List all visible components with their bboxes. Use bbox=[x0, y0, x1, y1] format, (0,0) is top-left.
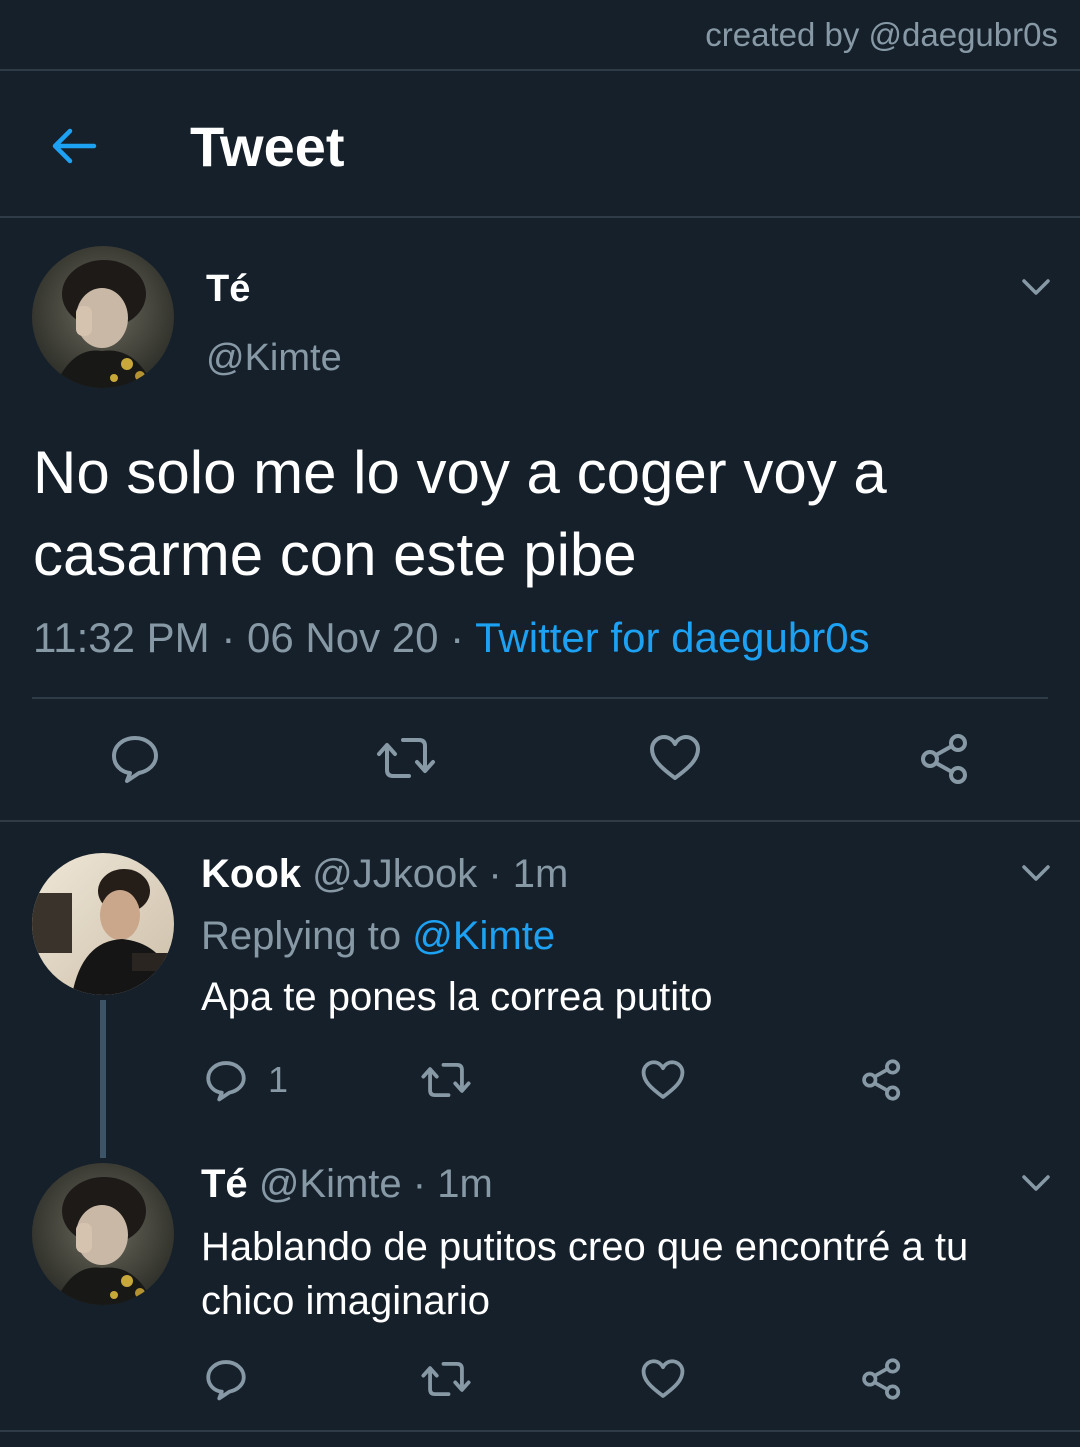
reply-icon bbox=[206, 1360, 246, 1401]
handle[interactable]: @Kimte bbox=[206, 337, 342, 380]
share-button[interactable] bbox=[860, 1058, 904, 1102]
tweet-menu-button[interactable] bbox=[1016, 270, 1056, 304]
reply-text: Apa te pones la correa putito bbox=[201, 975, 713, 1019]
like-button[interactable] bbox=[640, 1058, 686, 1102]
retweet-button[interactable] bbox=[420, 1357, 472, 1401]
tweet-meta: 11:32 PM · 06 Nov 20 · Twitter for daegu… bbox=[33, 614, 870, 662]
reply-text-line: chico imaginario bbox=[201, 1279, 491, 1323]
reply-icon bbox=[206, 1061, 246, 1102]
reply-time: · 1m bbox=[412, 1162, 493, 1206]
separator: · bbox=[221, 614, 236, 661]
chevron-down-icon bbox=[1022, 865, 1050, 881]
retweet-button[interactable] bbox=[375, 732, 437, 784]
tweet-time: 11:32 PM bbox=[33, 614, 210, 661]
reply-header: Té @Kimte · 1m bbox=[201, 1162, 493, 1207]
avatar[interactable] bbox=[32, 853, 174, 995]
display-name[interactable]: Té bbox=[206, 268, 250, 311]
avatar[interactable] bbox=[32, 1163, 174, 1305]
share-icon bbox=[862, 1059, 901, 1101]
retweet-icon bbox=[421, 1063, 471, 1097]
tweet-divider bbox=[32, 697, 1048, 699]
reply-text: Hablando de putitos creo que encontré a … bbox=[201, 1220, 968, 1328]
header-divider bbox=[0, 216, 1080, 218]
replying-to: Replying to @Kimte bbox=[201, 914, 555, 959]
chevron-down-icon bbox=[1022, 1175, 1050, 1191]
share-button[interactable] bbox=[918, 732, 972, 786]
avatar[interactable] bbox=[32, 246, 174, 388]
reply-button[interactable]: 1 bbox=[204, 1058, 294, 1102]
retweet-icon bbox=[377, 738, 435, 778]
like-icon bbox=[641, 1060, 685, 1099]
tweet-source-link[interactable]: Twitter for daegubr0s bbox=[475, 614, 870, 661]
chevron-down-icon bbox=[1022, 279, 1050, 295]
share-button[interactable] bbox=[860, 1357, 904, 1401]
reply-icon bbox=[112, 736, 158, 783]
tweet-text-line: casarme con este pibe bbox=[33, 521, 637, 588]
replying-to-label: Replying to bbox=[201, 914, 402, 958]
reply-text-line: Hablando de putitos creo que encontré a … bbox=[201, 1225, 969, 1269]
top-divider bbox=[0, 69, 1080, 71]
bottom-divider bbox=[0, 1430, 1080, 1432]
reply-button[interactable] bbox=[109, 732, 161, 784]
handle[interactable]: @JJkook bbox=[312, 852, 477, 896]
reply-button[interactable] bbox=[204, 1357, 248, 1401]
reply-time: · 1m bbox=[488, 852, 569, 896]
thread-line bbox=[100, 1000, 106, 1158]
tweet-text: No solo me lo voy a coger voy a casarme … bbox=[33, 432, 887, 596]
replying-to-link[interactable]: @Kimte bbox=[412, 914, 555, 958]
tweet-menu-button[interactable] bbox=[1016, 1166, 1056, 1200]
like-button[interactable] bbox=[648, 732, 702, 784]
arrow-left-icon bbox=[52, 128, 97, 164]
watermark: created by @daegubr0s bbox=[705, 16, 1058, 53]
like-icon bbox=[650, 735, 700, 780]
tweet-date: 06 Nov 20 bbox=[247, 614, 439, 661]
back-button[interactable] bbox=[46, 118, 102, 174]
retweet-button[interactable] bbox=[420, 1058, 472, 1102]
display-name[interactable]: Té bbox=[201, 1162, 248, 1206]
handle[interactable]: @Kimte bbox=[259, 1162, 402, 1206]
separator: · bbox=[450, 614, 465, 661]
tweet-text-line: No solo me lo voy a coger voy a bbox=[33, 439, 887, 506]
reply-count: 1 bbox=[268, 1059, 289, 1100]
actions-divider bbox=[0, 820, 1080, 822]
like-icon bbox=[641, 1359, 685, 1398]
display-name[interactable]: Kook bbox=[201, 852, 301, 896]
reply-header: Kook @JJkook · 1m bbox=[201, 852, 568, 897]
share-icon bbox=[921, 734, 967, 784]
like-button[interactable] bbox=[640, 1357, 686, 1401]
retweet-icon bbox=[421, 1362, 471, 1396]
share-icon bbox=[862, 1358, 901, 1400]
tweet-menu-button[interactable] bbox=[1016, 856, 1056, 890]
page-title: Tweet bbox=[190, 115, 345, 178]
